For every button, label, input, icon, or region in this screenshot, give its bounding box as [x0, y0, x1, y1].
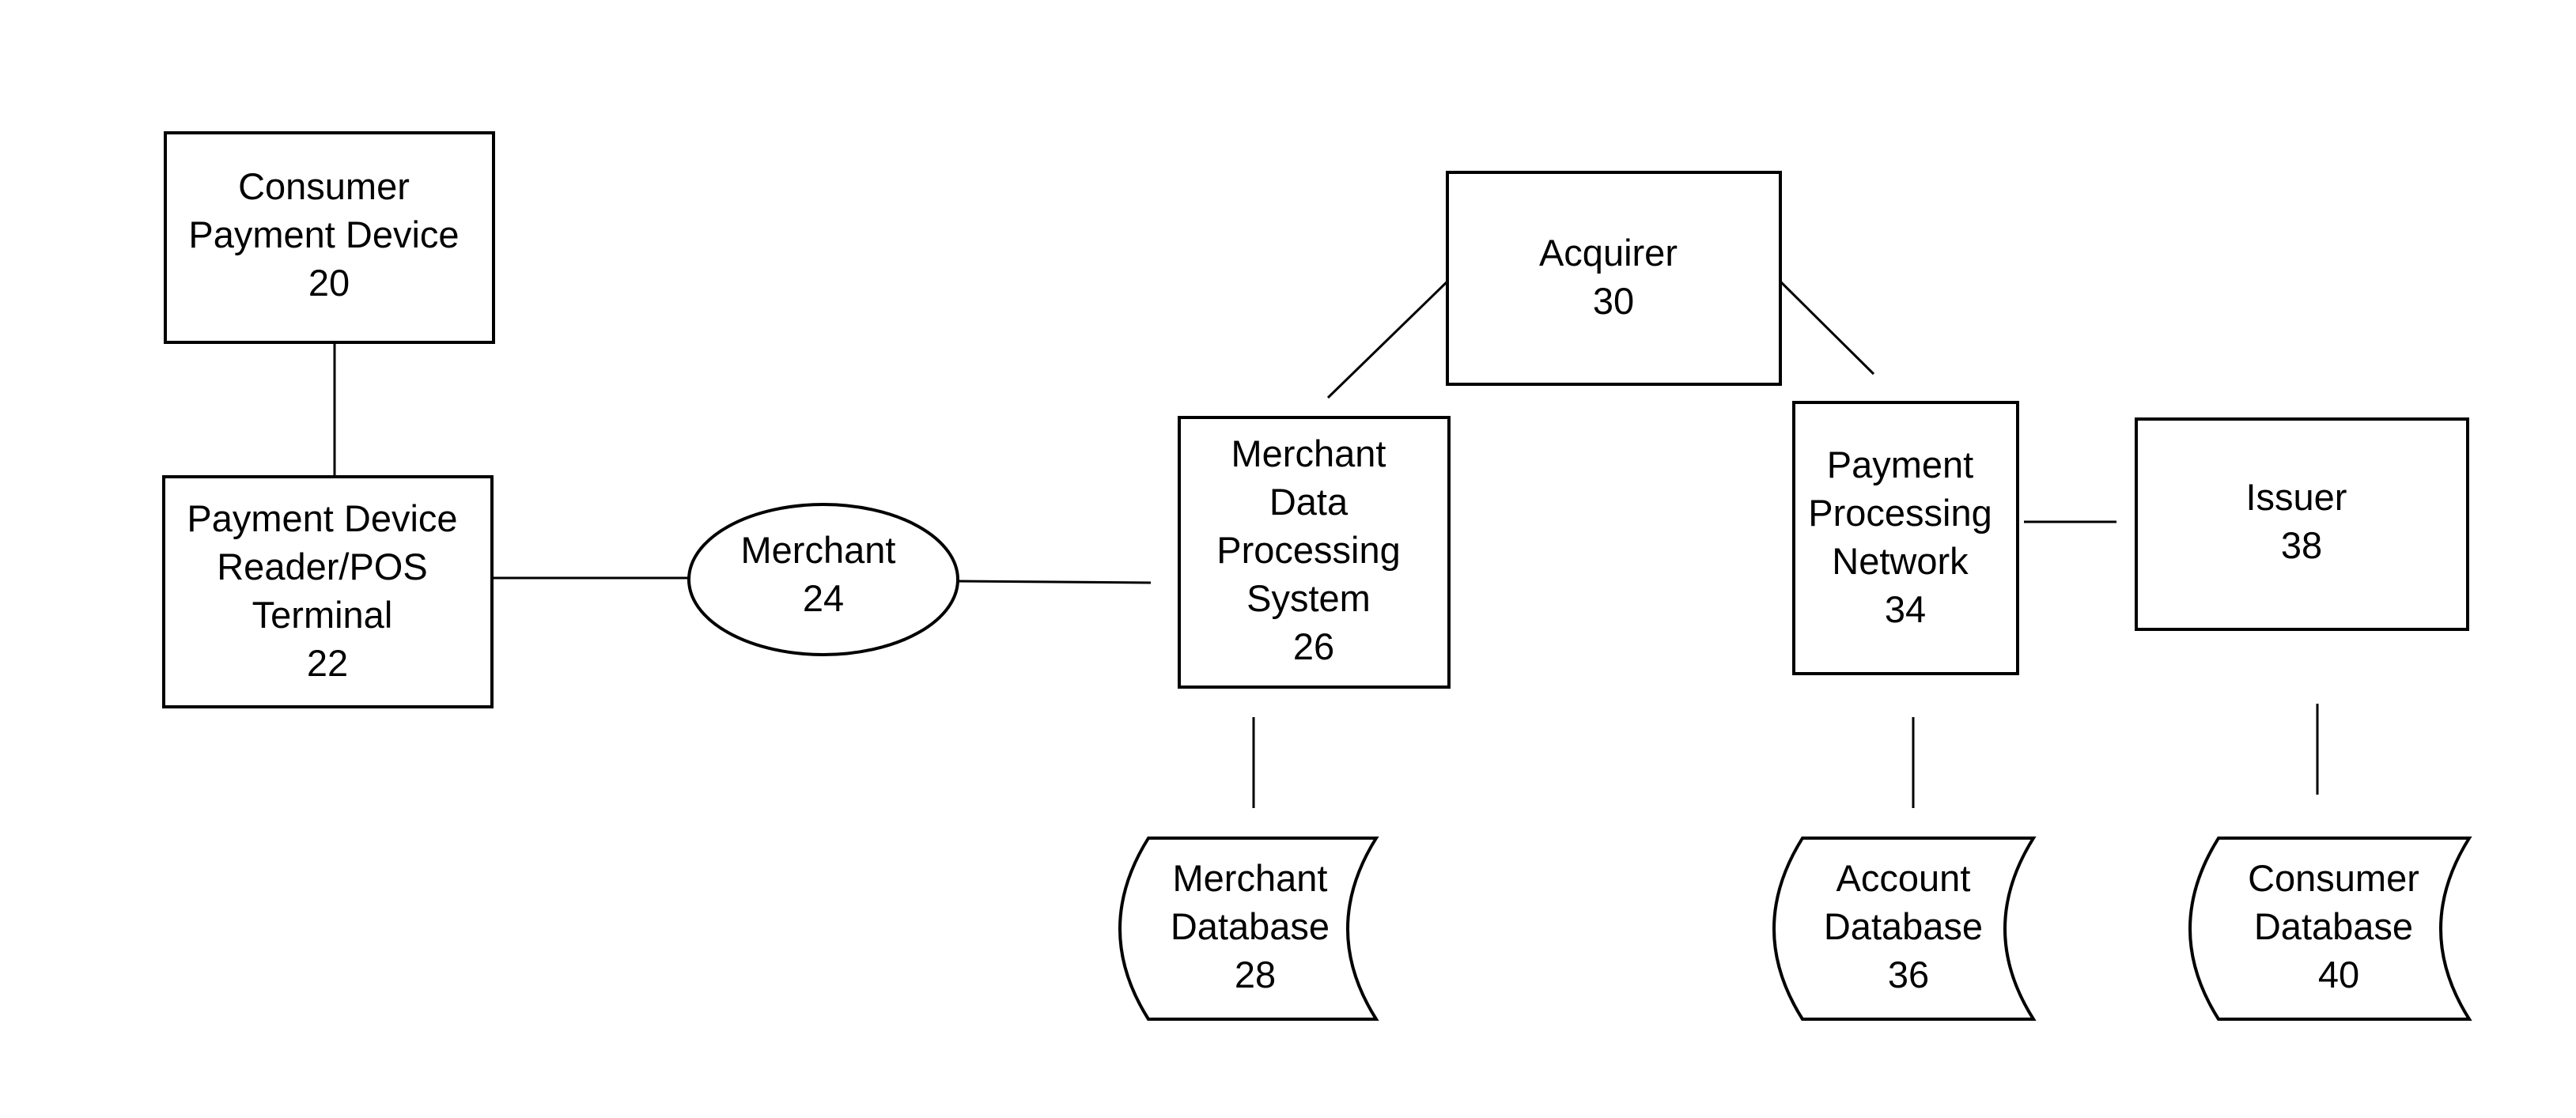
label-line: System [1246, 577, 1371, 619]
payment-system-diagram: Consumer Payment Device 20 Payment Devic… [0, 0, 2576, 1118]
label-line: Database [2254, 905, 2413, 947]
node-merchant-database: Merchant Database 28 [1118, 837, 1379, 1021]
label-line: 30 [1593, 280, 1634, 322]
label-line: 28 [1235, 954, 1276, 995]
label-line: Consumer [2248, 857, 2419, 899]
label-line: Data [1269, 481, 1349, 523]
label-line: Terminal [252, 594, 393, 636]
node-consumer-payment-device: Consumer Payment Device 20 [164, 131, 495, 344]
label-line: Database [1171, 905, 1330, 947]
node-account-database: Account Database 36 [1772, 837, 2037, 1021]
label-line: Database [1824, 905, 1983, 947]
label-line: 38 [2281, 524, 2322, 566]
label-line: Account [1836, 857, 1971, 899]
label-line: Processing [1808, 492, 1992, 534]
label-line: Payment Device [188, 213, 459, 255]
label-line: Processing [1216, 529, 1401, 571]
label-line: Merchant [741, 529, 896, 571]
label-line: 24 [803, 577, 844, 619]
node-merchant: Merchant 24 [687, 503, 959, 656]
node-payment-processing-network: Payment Processing Network 34 [1792, 401, 2019, 675]
node-consumer-database: Consumer Database 40 [2188, 837, 2472, 1021]
label-line: Reader/POS [217, 546, 427, 587]
node-pos-terminal: Payment Device Reader/POS Terminal 22 [162, 475, 494, 708]
label-line: Consumer [238, 165, 410, 207]
label-line: 40 [2318, 954, 2359, 995]
edge-merchant-to-mdps [957, 580, 1152, 584]
label-line: Payment [1827, 444, 1973, 485]
node-acquirer: Acquirer 30 [1446, 171, 1782, 386]
label-line: Merchant [1231, 432, 1386, 474]
label-line: Network [1832, 540, 1969, 582]
label-line: 22 [307, 642, 348, 684]
node-issuer: Issuer 38 [2135, 417, 2469, 631]
label-line: Issuer [2245, 476, 2347, 518]
label-line: 20 [308, 262, 350, 304]
label-line: 26 [1293, 625, 1334, 667]
label-line: Acquirer [1539, 232, 1678, 274]
label-line: Payment Device [187, 497, 457, 539]
label-line: 34 [1885, 588, 1926, 630]
node-merchant-data-processing-system: Merchant Data Processing System 26 [1178, 416, 1451, 689]
acquirer-box [1446, 171, 1782, 386]
label-line: 36 [1888, 954, 1929, 995]
label-line: Merchant [1173, 857, 1328, 899]
